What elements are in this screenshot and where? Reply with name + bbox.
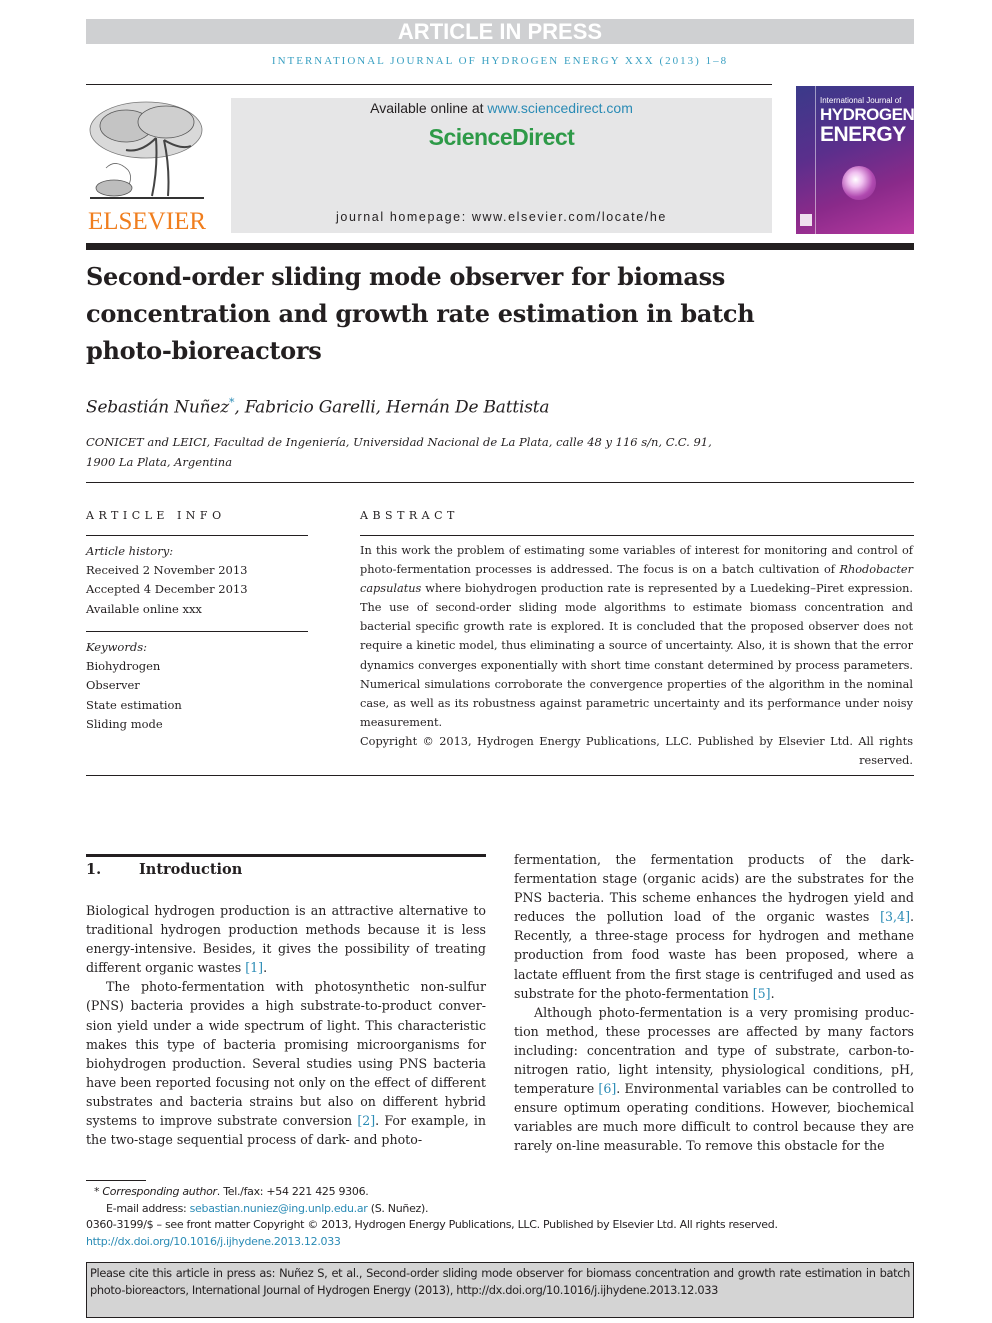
article-title: Second-order sliding mode observer for b… xyxy=(86,262,755,365)
paragraph: Although photo-fermentation is a very pr… xyxy=(514,1004,915,1154)
history-received: Received 2 November 2013 xyxy=(86,563,248,578)
email-link[interactable]: sebastian.nuniez@ing.unlp.edu.ar xyxy=(190,1202,368,1215)
citation-link[interactable]: [6] xyxy=(598,1081,616,1096)
keyword-item: Sliding mode xyxy=(86,716,163,731)
title-bottom-rule xyxy=(86,482,914,483)
keyword-item: Biohydrogen xyxy=(86,659,161,674)
author-list: Sebastián Nuñez*, Fabricio Garelli, Hern… xyxy=(86,396,550,418)
paragraph: fermentation, the fermentation products … xyxy=(514,852,914,1001)
keyword-item: State estimation xyxy=(86,697,182,712)
footnote-rule xyxy=(86,1180,146,1181)
abstract-heading: ABSTRACT xyxy=(360,509,459,522)
elsevier-wordmark: ELSEVIER xyxy=(87,208,207,235)
keywords-list: Keywords: Biohydrogen Observer State est… xyxy=(86,638,308,734)
abstract-copyright: Copyright © 2013, Hydrogen Energy Public… xyxy=(360,734,913,768)
journal-cover-thumbnail[interactable]: International Journal of HYDROGEN ENERGY xyxy=(796,86,914,234)
affiliation: CONICET and LEICI, Facultad de Ingenierí… xyxy=(86,435,712,469)
cover-title-line1: HYDROGEN xyxy=(820,105,914,124)
journal-running-header: INTERNATIONAL JOURNAL OF HYDROGEN ENERGY… xyxy=(271,55,729,67)
cover-orb-graphic xyxy=(842,166,876,200)
keywords-rule xyxy=(86,631,308,632)
article-info-rule xyxy=(86,535,308,536)
article-in-press-banner: ARTICLE IN PRESS xyxy=(86,19,914,44)
history-online: Available online xxx xyxy=(86,601,202,616)
cover-publisher-icon xyxy=(800,214,812,226)
abstract-body: In this work the problem of estimating s… xyxy=(360,541,913,770)
available-online-text: Available online at www.sciencedirect.co… xyxy=(370,100,633,116)
section-number: 1. xyxy=(86,861,102,878)
author-names-rest: , Fabricio Garelli, Hernán De Battista xyxy=(234,397,550,418)
section-heading-introduction: 1. Introduction xyxy=(86,861,242,878)
masthead-bottom-rule xyxy=(86,243,914,250)
email-note: E-mail address: sebastian.nuniez@ing.unl… xyxy=(106,1201,429,1215)
abstract-bottom-rule xyxy=(86,775,914,776)
cover-subtitle: International Journal of xyxy=(820,96,902,105)
abstract-text: In this work the problem of estimating s… xyxy=(360,544,913,729)
sciencedirect-logo[interactable]: ScienceDirect xyxy=(231,124,772,151)
citation-link[interactable]: [5] xyxy=(753,986,771,1001)
keywords-label: Keywords: xyxy=(86,640,147,654)
masthead-top-rule xyxy=(86,84,772,85)
citation-link[interactable]: [1] xyxy=(245,960,263,975)
section-title: Introduction xyxy=(139,861,243,878)
citation-notice-box: Please cite this article in press as: Nu… xyxy=(86,1262,914,1318)
cover-title-line2: ENERGY xyxy=(820,123,906,146)
doi-link[interactable]: http://dx.doi.org/10.1016/j.ijhydene.201… xyxy=(86,1235,341,1248)
elsevier-tree-icon xyxy=(89,101,204,199)
front-matter-note: 0360-3199/$ – see front matter Copyright… xyxy=(86,1218,778,1231)
citation-link[interactable]: [2] xyxy=(357,1113,375,1128)
abstract-rule xyxy=(360,535,914,536)
citation-link[interactable]: [3,4] xyxy=(880,909,910,924)
sciencedirect-banner: Available online at www.sciencedirect.co… xyxy=(231,98,772,233)
journal-homepage-link[interactable]: journal homepage: www.elsevier.com/locat… xyxy=(231,210,772,224)
paragraph: The photo-fermentation with photosynthet… xyxy=(86,979,486,1148)
history-accepted: Accepted 4 December 2013 xyxy=(86,582,248,597)
keyword-item: Observer xyxy=(86,678,140,693)
corresponding-author-note: * Corresponding author. Tel./fax: +54 22… xyxy=(94,1185,369,1198)
cover-spine-line xyxy=(815,86,816,234)
paragraph: Biological hydrogen production is an att… xyxy=(86,903,486,976)
section-rule xyxy=(86,854,486,857)
body-column-left: Biological hydrogen production is an att… xyxy=(86,901,486,1149)
body-column-right: fermentation, the fermentation products … xyxy=(514,850,914,1156)
elsevier-logo[interactable]: ELSEVIER xyxy=(86,98,208,238)
article-info-heading: ARTICLE INFO xyxy=(86,509,226,522)
author-name[interactable]: Sebastián Nuñez xyxy=(86,398,229,418)
footnotes: * Corresponding author. Tel./fax: +54 22… xyxy=(86,1184,916,1250)
article-history: Article history: Received 2 November 201… xyxy=(86,542,308,619)
sciencedirect-link[interactable]: www.sciencedirect.com xyxy=(487,100,633,116)
history-label: Article history: xyxy=(86,544,174,558)
